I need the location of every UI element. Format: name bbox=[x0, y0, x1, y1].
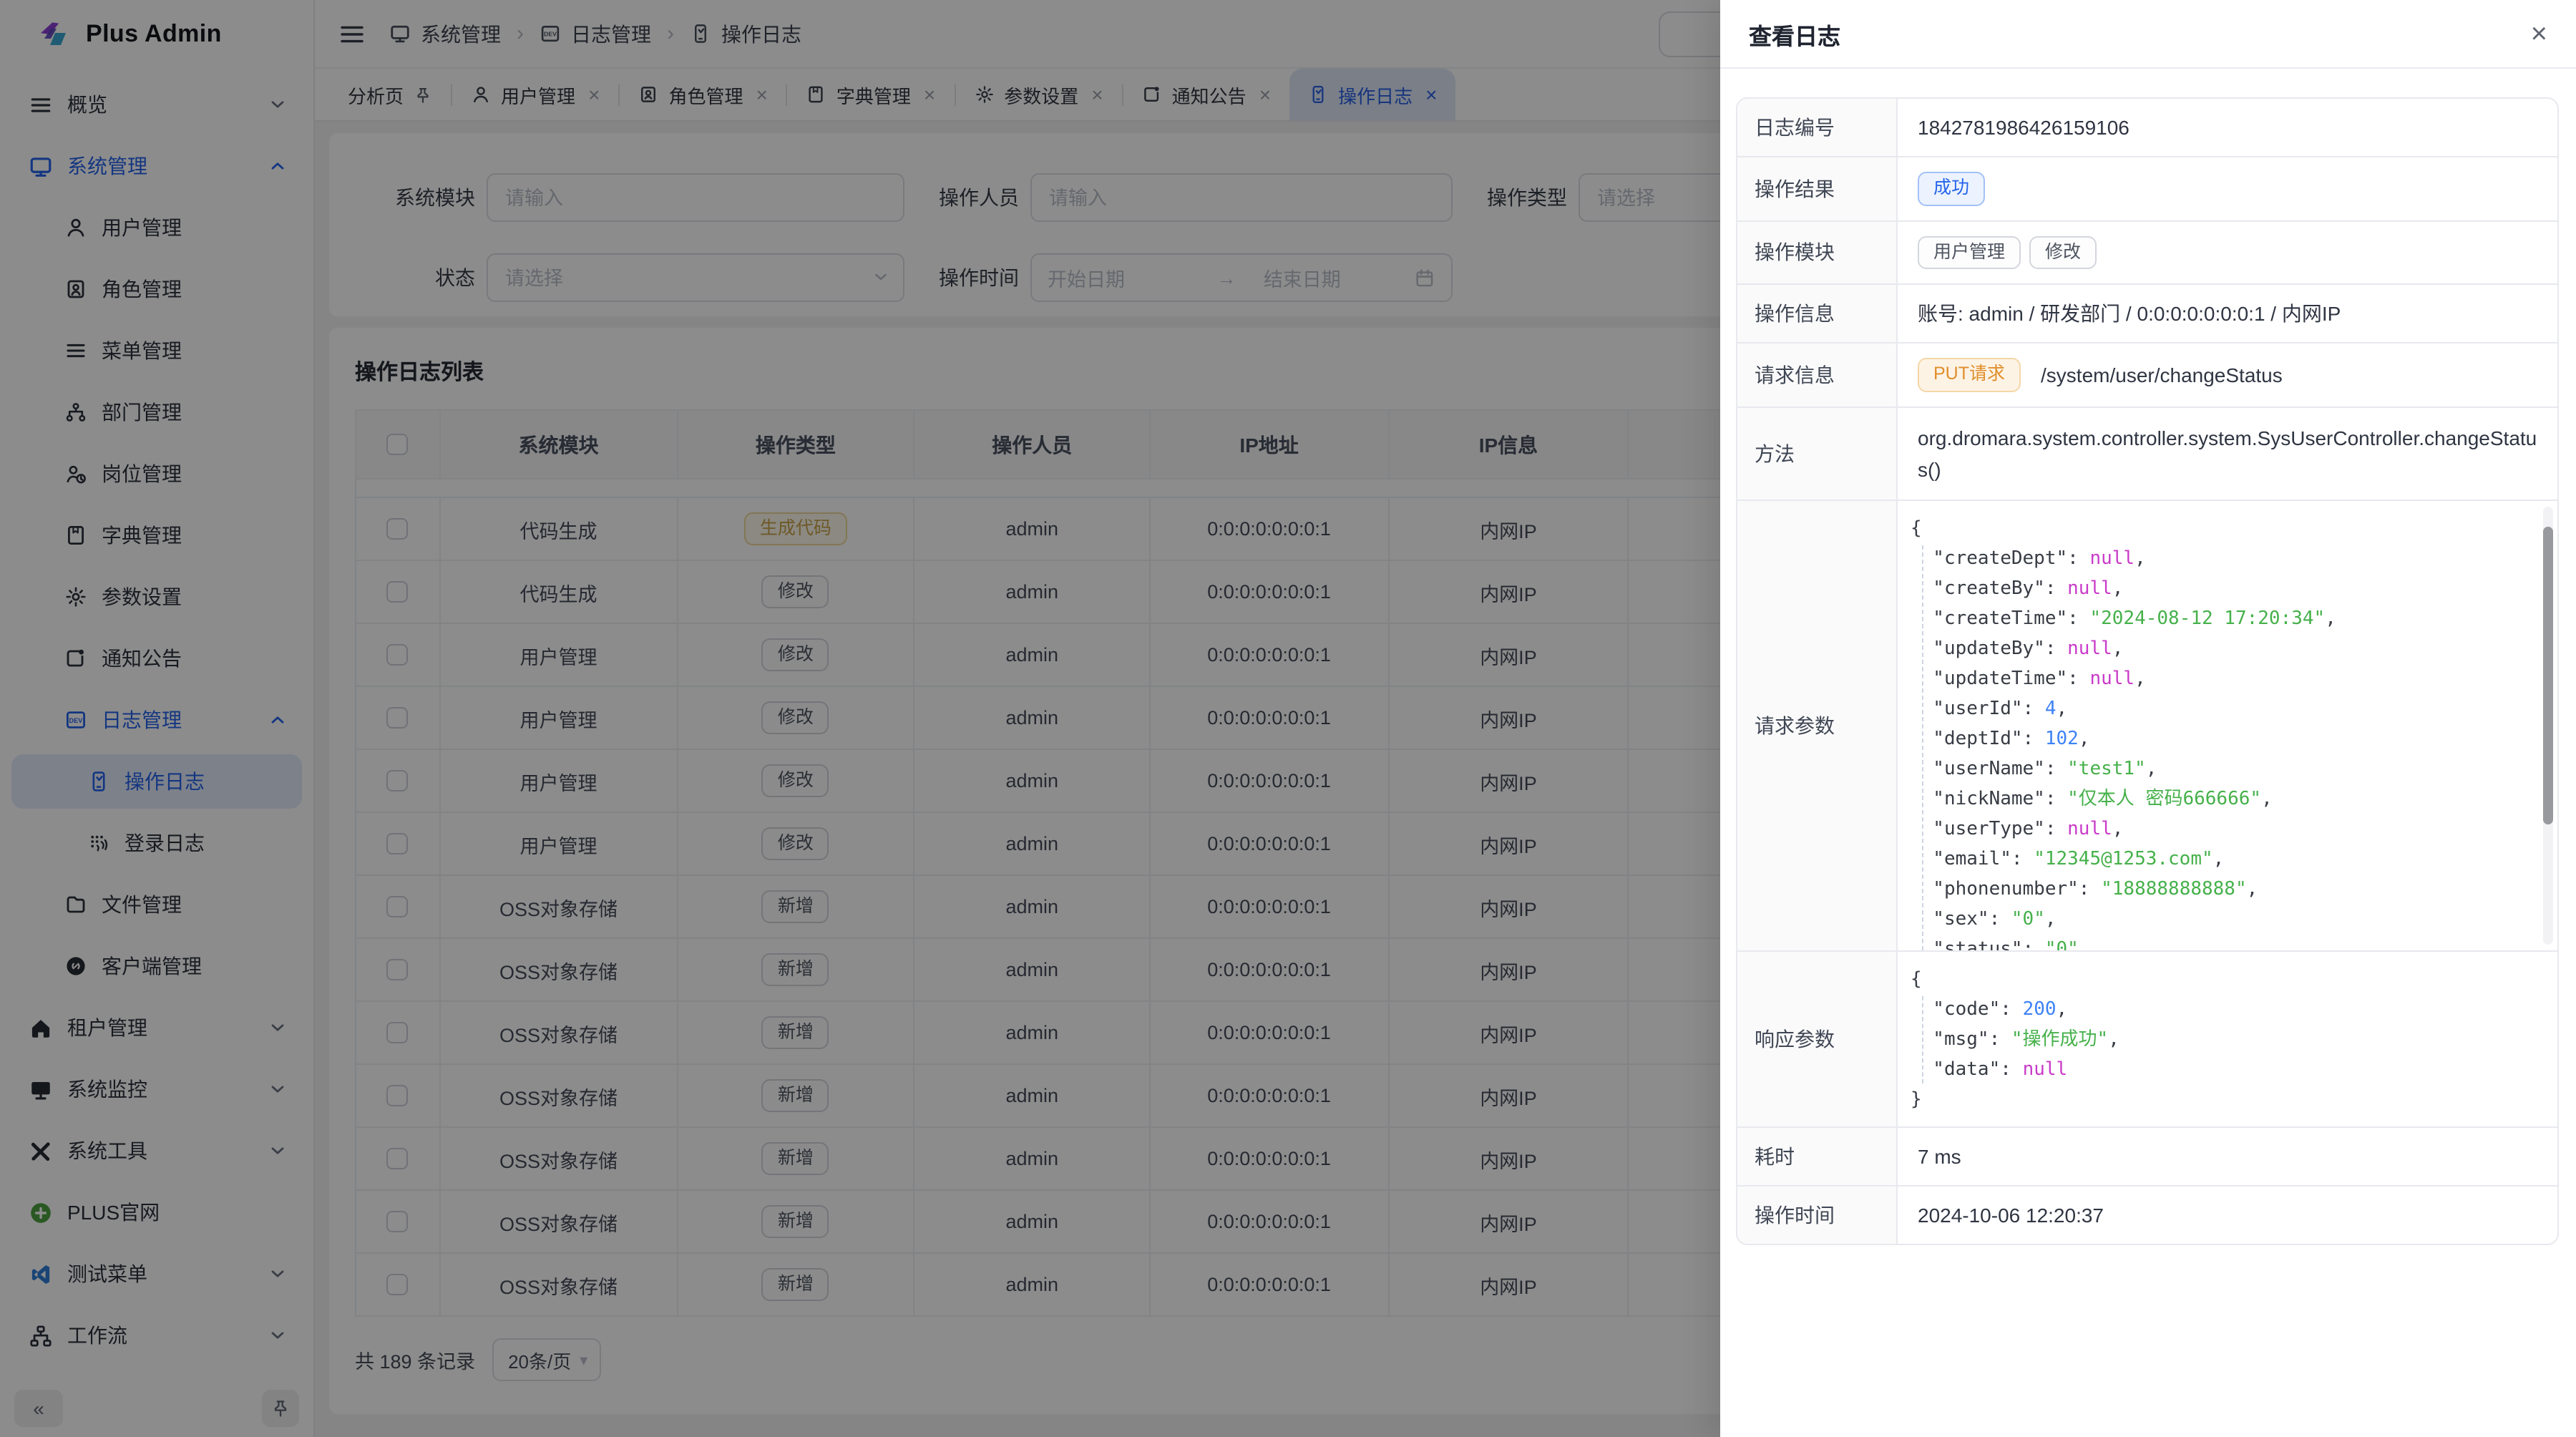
module-tag: 用户管理 bbox=[1918, 235, 2021, 269]
drawer-header: 查看日志 × bbox=[1720, 0, 2576, 69]
close-icon[interactable]: × bbox=[2531, 19, 2547, 48]
detail-row-module: 操作模块 用户管理 修改 bbox=[1737, 221, 2557, 285]
log-id-value: 1842781986426159106 bbox=[1898, 99, 2557, 156]
indent-guide bbox=[1922, 997, 1923, 1084]
detail-row-method: 方法 org.dromara.system.controller.system.… bbox=[1737, 408, 2557, 502]
view-log-drawer: 查看日志 × 日志编号 1842781986426159106 操作结果 成功 … bbox=[1720, 0, 2576, 1437]
detail-row-info: 操作信息 账号: admin / 研发部门 / 0:0:0:0:0:0:0:1 … bbox=[1737, 286, 2557, 344]
detail-row-request-params: 请求参数 { "createDept": null, "createBy": n… bbox=[1737, 502, 2557, 953]
result-tag: 成功 bbox=[1918, 172, 1985, 205]
request-url: /system/user/changeStatus bbox=[2041, 364, 2283, 386]
detail-row-request: 请求信息 PUT请求 /system/user/changeStatus bbox=[1737, 344, 2557, 408]
json-code: { "createDept": null, "createBy": null, … bbox=[1898, 502, 2557, 951]
detail-row-result: 操作结果 成功 bbox=[1737, 157, 2557, 221]
indent-guide bbox=[1922, 546, 1923, 951]
detail-row-response-params: 响应参数 { "code": 200, "msg": "操作成功", "data… bbox=[1737, 953, 2557, 1129]
module-tag: 修改 bbox=[2029, 235, 2097, 269]
log-detail-table: 日志编号 1842781986426159106 操作结果 成功 操作模块 用户… bbox=[1736, 97, 2559, 1246]
detail-row-time: 操作时间 2024-10-06 12:20:37 bbox=[1737, 1187, 2557, 1244]
request-params-code: { "createDept": null, "createBy": null, … bbox=[1898, 502, 2557, 951]
detail-row-log-id: 日志编号 1842781986426159106 bbox=[1737, 99, 2557, 157]
drawer-title: 查看日志 bbox=[1749, 16, 1840, 51]
scrollbar-thumb[interactable] bbox=[2543, 527, 2553, 825]
response-params-code: { "code": 200, "msg": "操作成功", "data": nu… bbox=[1898, 953, 2557, 1127]
detail-row-cost: 耗时 7 ms bbox=[1737, 1129, 2557, 1187]
app-root: Plus Admin 概览 系统管理 用户管理 角色管理 bbox=[0, 0, 2576, 1437]
http-method-tag: PUT请求 bbox=[1918, 359, 2021, 392]
json-code: { "code": 200, "msg": "操作成功", "data": nu… bbox=[1898, 953, 2557, 1116]
